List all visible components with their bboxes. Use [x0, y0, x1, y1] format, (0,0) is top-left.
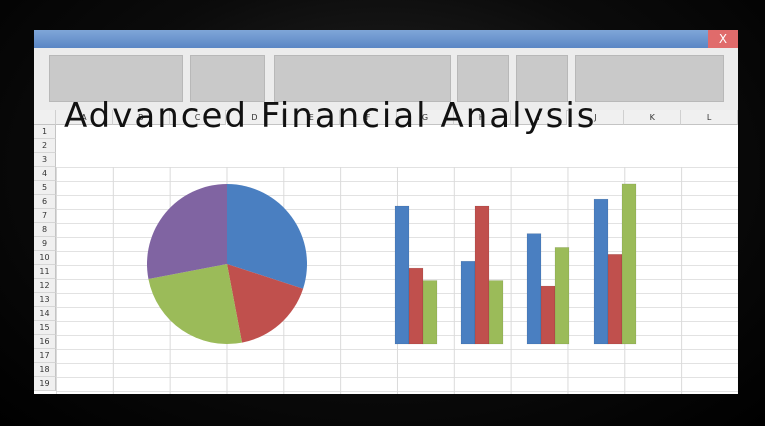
bar [593, 198, 609, 345]
charts-layer [147, 183, 637, 345]
bar [526, 233, 542, 345]
pie-slice [147, 184, 227, 279]
bar [460, 260, 476, 345]
bar [554, 247, 570, 345]
bar [408, 267, 424, 345]
bar [621, 183, 637, 345]
bar [540, 285, 556, 345]
bar [488, 280, 504, 345]
bar [607, 254, 623, 345]
bar [474, 205, 490, 345]
bar [394, 205, 410, 345]
bar [422, 280, 438, 345]
